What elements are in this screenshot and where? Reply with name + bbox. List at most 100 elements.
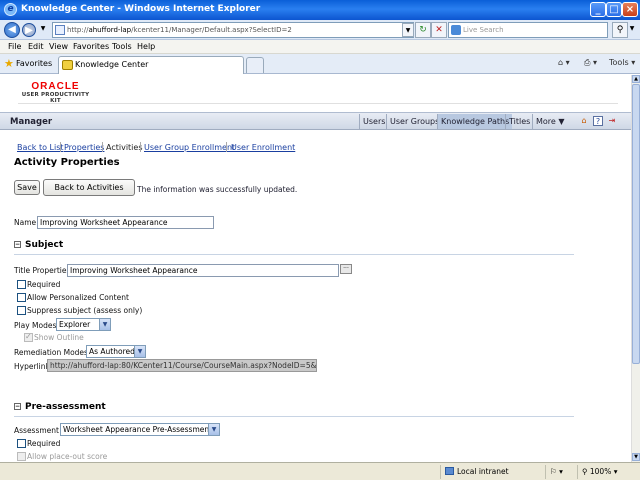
chevron-down-icon: ▼: [99, 319, 110, 330]
favorites-button[interactable]: ★ Favorites: [4, 57, 52, 71]
logout-icon[interactable]: ⇥: [607, 116, 617, 126]
menu-help[interactable]: Help: [137, 42, 155, 51]
title-properties-label: Title Properties: [14, 266, 71, 275]
suppress-subject-checkbox[interactable]: [17, 306, 26, 315]
protected-mode-panel[interactable]: ⚐ ▾: [545, 465, 577, 479]
scroll-up-icon[interactable]: ▲: [632, 75, 640, 83]
assessment-select[interactable]: Worksheet Appearance Pre-Assessment ▼: [60, 423, 220, 436]
tools-label: Tools: [609, 58, 629, 67]
search-placeholder: Live Search: [463, 26, 504, 34]
required-checkbox[interactable]: [17, 280, 26, 289]
intranet-icon: [445, 467, 454, 475]
help-icon[interactable]: ?: [593, 116, 603, 126]
play-modes-value: Explorer: [59, 320, 91, 329]
oracle-logo: ORACLE USER PRODUCTIVITY KIT: [18, 81, 93, 104]
ie-icon: e: [4, 3, 17, 16]
chevron-down-icon: ▼: [208, 424, 219, 435]
zoom-level: 100%: [589, 467, 612, 476]
address-path: /kcenter11/Manager/Default.aspx?SelectID…: [131, 26, 292, 34]
print-icon[interactable]: ⎙ ▾: [584, 58, 597, 68]
user-enrollment-link[interactable]: User Enrollment: [231, 143, 295, 152]
preassessment-required-checkbox[interactable]: [17, 439, 26, 448]
menu-favorites[interactable]: Favorites: [73, 42, 109, 51]
page-icon: [55, 25, 65, 35]
close-button[interactable]: ×: [622, 2, 638, 17]
properties-link[interactable]: Properties: [64, 143, 104, 152]
tab-knowledge-paths[interactable]: Knowledge Paths: [437, 114, 513, 129]
show-outline-checkbox[interactable]: [24, 332, 33, 342]
menu-edit[interactable]: Edit: [28, 42, 44, 51]
new-tab-button[interactable]: [246, 57, 264, 73]
subnav-separator: [102, 142, 103, 152]
subject-section-header[interactable]: − Subject: [14, 240, 63, 250]
user-group-enrollment-link[interactable]: User Group Enrollment: [144, 143, 235, 152]
search-options-icon[interactable]: ▼: [626, 22, 638, 38]
collapse-icon[interactable]: −: [14, 241, 21, 248]
tab-page-icon: [62, 60, 73, 70]
forward-arrow-icon[interactable]: ▶: [22, 23, 36, 37]
zoom-panel[interactable]: ⚲ 100% ▾: [577, 465, 640, 479]
save-button[interactable]: Save: [14, 180, 40, 195]
activities-current: Activities: [106, 143, 143, 152]
address-input[interactable]: http://ahufford-lap/kcenter11/Manager/De…: [52, 22, 414, 38]
stop-icon[interactable]: ✕: [431, 22, 447, 38]
zoom-icon: ⚲: [582, 467, 590, 476]
star-icon: ★: [4, 57, 14, 70]
allow-personalized-checkbox[interactable]: [17, 293, 26, 302]
menu-view[interactable]: View: [49, 42, 68, 51]
vertical-scrollbar[interactable]: ▲ ▼: [631, 75, 640, 462]
hyperlink-field[interactable]: http://ahufford-lap:80/KCenter11/Course/…: [47, 359, 317, 372]
menu-bar: File Edit View Favorites Tools Help: [0, 40, 640, 54]
subnav-separator: [60, 142, 61, 152]
collapse-icon[interactable]: −: [14, 403, 21, 410]
play-modes-select[interactable]: Explorer ▼: [56, 318, 111, 331]
protected-mode-icon: ⚐ ▾: [550, 467, 563, 476]
menu-tools[interactable]: Tools: [112, 42, 132, 51]
name-label: Name: [14, 218, 37, 227]
subnav-separator: [226, 142, 227, 152]
scrollbar-thumb[interactable]: [632, 84, 640, 364]
address-dropdown-icon[interactable]: ▼: [402, 23, 414, 37]
tab-titles[interactable]: Titles: [505, 114, 533, 129]
tab-users[interactable]: Users: [359, 114, 388, 129]
allow-personalized-label: Allow Personalized Content: [27, 293, 129, 302]
tab-knowledge-center[interactable]: Knowledge Center: [58, 56, 244, 74]
menu-file[interactable]: File: [8, 42, 21, 51]
header-divider: [18, 103, 618, 104]
refresh-icon[interactable]: ↻: [415, 22, 431, 38]
window-title: Knowledge Center - Windows Internet Expl…: [21, 4, 261, 14]
maximize-button[interactable]: □: [606, 2, 622, 17]
ellipsis-button[interactable]: ···: [340, 264, 352, 274]
section-divider: [14, 416, 574, 417]
page-content: ORACLE USER PRODUCTIVITY KIT Manager Use…: [0, 75, 631, 462]
page-title: Activity Properties: [14, 157, 120, 168]
home-toolbar-icon[interactable]: ⌂ ▾: [558, 58, 570, 67]
section-divider: [14, 254, 574, 255]
live-search-icon: [451, 25, 461, 35]
preassessment-section-header[interactable]: − Pre-assessment: [14, 402, 106, 412]
allow-placeout-checkbox[interactable]: [17, 452, 26, 461]
play-modes-label: Play Modes: [14, 321, 57, 330]
history-dropdown-icon[interactable]: ▼: [38, 22, 48, 38]
remediation-modes-select[interactable]: As Authored ▼: [86, 345, 146, 358]
scroll-down-icon[interactable]: ▼: [632, 453, 640, 461]
tab-title: Knowledge Center: [75, 60, 149, 69]
search-input[interactable]: Live Search: [448, 22, 608, 38]
minimize-button[interactable]: _: [590, 2, 606, 17]
title-properties-field[interactable]: Improving Worksheet Appearance: [67, 264, 339, 277]
back-to-activities-button[interactable]: Back to Activities: [43, 179, 135, 196]
favorites-label: Favorites: [16, 59, 53, 68]
hyperlink-label: Hyperlink: [14, 362, 50, 371]
back-to-list-link[interactable]: Back to List: [17, 143, 64, 152]
oracle-wordmark: ORACLE: [31, 81, 80, 92]
tab-user-groups[interactable]: User Groups: [386, 114, 442, 129]
tab-more[interactable]: More ▼: [532, 114, 568, 129]
assessment-value: Worksheet Appearance Pre-Assessment: [63, 425, 213, 434]
back-arrow-icon[interactable]: ◀: [4, 22, 20, 38]
tools-menu-button[interactable]: Tools ▾: [609, 58, 635, 67]
remediation-modes-label: Remediation Modes: [14, 348, 88, 357]
allow-placeout-label: Allow place-out score: [27, 452, 108, 461]
home-icon[interactable]: ⌂: [579, 116, 589, 126]
name-field[interactable]: Improving Worksheet Appearance: [37, 216, 214, 229]
address-toolbar: ◀ ▶ ▼ http://ahufford-lap/kcenter11/Mana…: [0, 20, 640, 40]
